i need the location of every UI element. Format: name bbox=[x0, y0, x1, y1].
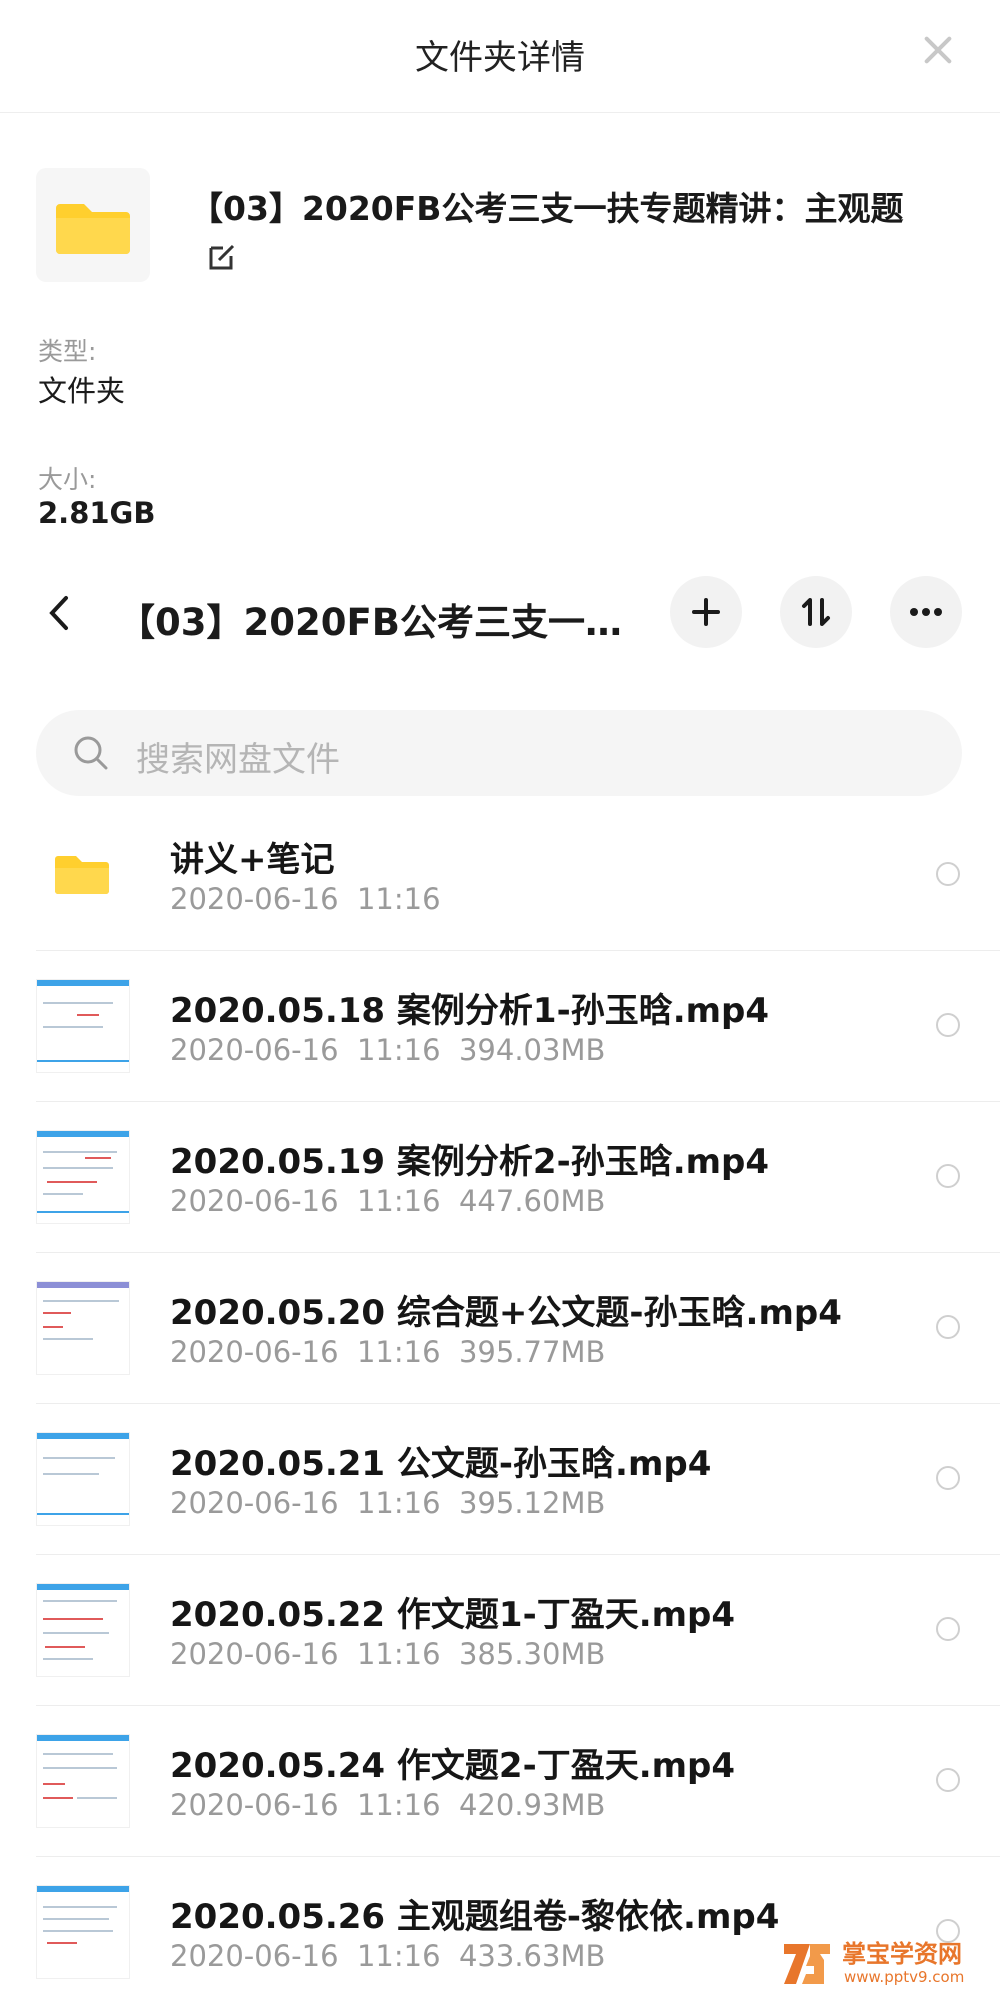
file-meta: 2020-06-16 11:16 bbox=[170, 882, 441, 916]
search-icon bbox=[74, 736, 108, 770]
video-thumbnail bbox=[36, 1583, 130, 1677]
folder-info: 【03】2020FB公考三支一扶专题精讲：主观题 类型: 文件夹 大小: 2.8… bbox=[0, 112, 1000, 552]
top-bar: 文件夹详情 bbox=[0, 0, 1000, 113]
list-item[interactable]: 2020.05.18 案例分析1-孙玉晗.mp4 2020-06-16 11:1… bbox=[0, 951, 1000, 1102]
file-name: 讲义+笔记 bbox=[170, 840, 335, 880]
select-radio[interactable] bbox=[936, 1466, 960, 1490]
select-radio[interactable] bbox=[936, 862, 960, 886]
file-name: 2020.05.20 综合题+公文题-孙玉晗.mp4 bbox=[170, 1293, 842, 1333]
size-label: 大小: bbox=[38, 465, 97, 494]
file-meta: 2020-06-16 11:16 394.03MB bbox=[170, 1033, 606, 1067]
plus-icon bbox=[692, 598, 720, 626]
close-icon[interactable] bbox=[918, 30, 958, 70]
file-meta: 2020-06-16 11:16 385.30MB bbox=[170, 1637, 606, 1671]
select-radio[interactable] bbox=[936, 1013, 960, 1037]
video-thumbnail bbox=[36, 1734, 130, 1828]
search-input[interactable]: 搜索网盘文件 bbox=[36, 710, 962, 796]
edit-icon[interactable] bbox=[205, 240, 239, 274]
file-name: 2020.05.24 作文题2-丁盈天.mp4 bbox=[170, 1746, 736, 1786]
video-thumbnail bbox=[36, 1432, 130, 1526]
select-radio[interactable] bbox=[936, 1617, 960, 1641]
more-button[interactable] bbox=[890, 576, 962, 648]
list-item[interactable]: 2020.05.24 作文题2-丁盈天.mp4 2020-06-16 11:16… bbox=[0, 1706, 1000, 1857]
video-thumbnail bbox=[36, 1130, 130, 1224]
list-item[interactable]: 2020.05.21 公文题-孙玉晗.mp4 2020-06-16 11:16 … bbox=[0, 1404, 1000, 1555]
folder-icon bbox=[55, 856, 109, 894]
more-icon bbox=[910, 608, 942, 616]
path-title: 【03】2020FB公考三支一… bbox=[118, 601, 622, 644]
list-item[interactable]: 2020.05.22 作文题1-丁盈天.mp4 2020-06-16 11:16… bbox=[0, 1555, 1000, 1706]
select-radio[interactable] bbox=[936, 1768, 960, 1792]
type-label: 类型: bbox=[38, 337, 97, 366]
add-button[interactable] bbox=[670, 576, 742, 648]
folder-icon bbox=[56, 204, 130, 254]
path-bar: 【03】2020FB公考三支一… bbox=[0, 560, 1000, 670]
file-meta: 2020-06-16 11:16 433.63MB bbox=[170, 1939, 606, 1973]
list-item[interactable]: 2020.05.19 案例分析2-孙玉晗.mp4 2020-06-16 11:1… bbox=[0, 1102, 1000, 1253]
select-radio[interactable] bbox=[936, 1315, 960, 1339]
sort-button[interactable] bbox=[780, 576, 852, 648]
file-meta: 2020-06-16 11:16 420.93MB bbox=[170, 1788, 606, 1822]
folder-name: 【03】2020FB公考三支一扶专题精讲：主观题 bbox=[190, 189, 904, 228]
file-meta: 2020-06-16 11:16 447.60MB bbox=[170, 1184, 606, 1218]
size-value: 2.81GB bbox=[38, 496, 156, 530]
file-name: 2020.05.19 案例分析2-孙玉晗.mp4 bbox=[170, 1142, 770, 1182]
file-name: 2020.05.26 主观题组卷-黎依依.mp4 bbox=[170, 1897, 780, 1937]
select-radio[interactable] bbox=[936, 1164, 960, 1188]
video-thumbnail bbox=[36, 979, 130, 1073]
dialog-title: 文件夹详情 bbox=[415, 38, 585, 78]
file-meta: 2020-06-16 11:16 395.77MB bbox=[170, 1335, 606, 1369]
folder-icon-tile bbox=[36, 168, 150, 282]
watermark-logo-icon bbox=[784, 1944, 830, 1984]
file-meta: 2020-06-16 11:16 395.12MB bbox=[170, 1486, 606, 1520]
watermark-title: 掌宝学资网 bbox=[842, 1940, 962, 1968]
file-name: 2020.05.18 案例分析1-孙玉晗.mp4 bbox=[170, 991, 770, 1031]
sort-icon bbox=[802, 598, 830, 626]
watermark-url: www.pptv9.com bbox=[844, 1968, 965, 1986]
list-item[interactable]: 讲义+笔记 2020-06-16 11:16 bbox=[0, 800, 1000, 951]
type-value: 文件夹 bbox=[38, 374, 126, 408]
file-name: 2020.05.21 公文题-孙玉晗.mp4 bbox=[170, 1444, 712, 1484]
back-icon[interactable] bbox=[40, 588, 80, 638]
file-name: 2020.05.22 作文题1-丁盈天.mp4 bbox=[170, 1595, 736, 1635]
list-item[interactable]: 2020.05.20 综合题+公文题-孙玉晗.mp4 2020-06-16 11… bbox=[0, 1253, 1000, 1404]
watermark: 掌宝学资网 www.pptv9.com bbox=[780, 1932, 990, 1998]
video-thumbnail bbox=[36, 1885, 130, 1979]
search-placeholder: 搜索网盘文件 bbox=[136, 740, 340, 780]
video-thumbnail bbox=[36, 1281, 130, 1375]
